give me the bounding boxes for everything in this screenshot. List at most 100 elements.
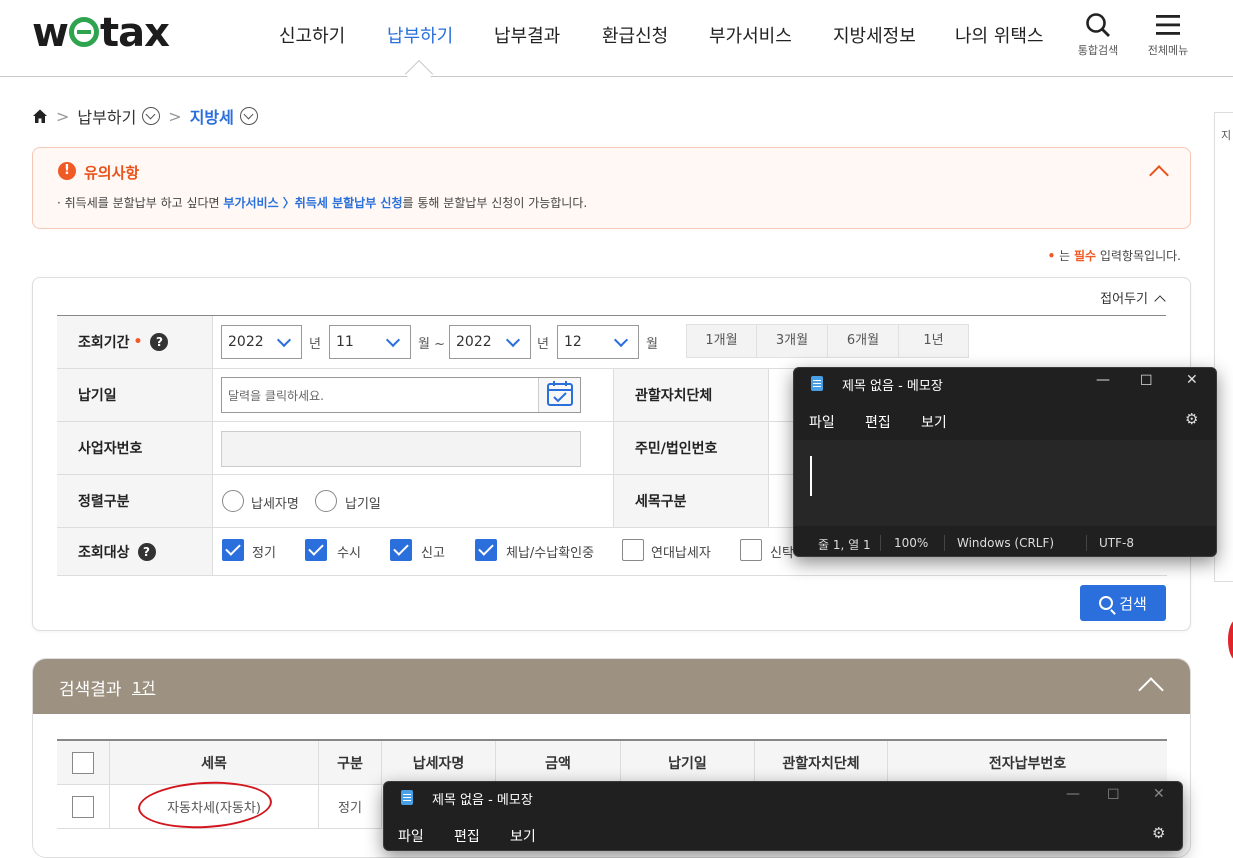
notepad-text-area[interactable] [794, 440, 1216, 526]
results-count[interactable]: 1건 [132, 677, 155, 698]
settings-gear-icon[interactable]: ⚙ [1185, 410, 1198, 428]
period-1year-button[interactable]: 1년 [898, 324, 969, 358]
integrated-search-button[interactable]: 통합검색 [1068, 12, 1128, 58]
fold-button[interactable]: 접어두기 [1100, 288, 1166, 307]
from-month-select[interactable]: 11 [329, 325, 411, 359]
period-row: 조회기간 •? 2022 년 11 월 ~ 2022 년 12 월 1개월 3개월… [57, 316, 1167, 369]
search-button-label: 검색 [1119, 594, 1147, 613]
target-report-checkbox[interactable] [390, 539, 412, 561]
target-trust-label: 신탁 [770, 546, 794, 561]
search-button[interactable]: 검색 [1080, 585, 1166, 621]
target-occasional-label: 수시 [337, 546, 361, 561]
close-icon[interactable]: ✕ [1186, 372, 1198, 388]
minimize-icon[interactable]: — [1066, 786, 1080, 802]
notepad-window-2: 제목 없음 - 메모장 — ☐ ✕ 파일 편집 보기 ⚙ [383, 781, 1183, 851]
to-year-select[interactable]: 2022 [449, 325, 531, 359]
integrated-search-label: 통합검색 [1077, 44, 1119, 57]
help-icon[interactable]: ? [150, 333, 169, 351]
target-arrears-checkbox[interactable] [475, 539, 497, 561]
notice-link[interactable]: 부가서비스 〉취득세 분할납부 신청 [223, 196, 402, 210]
target-label-text: 조회대상 [78, 544, 130, 561]
menu-file[interactable]: 파일 [809, 412, 835, 432]
nav-extra-services[interactable]: 부가서비스 [709, 22, 792, 48]
target-joint-taxpayer-checkbox[interactable] [622, 539, 644, 561]
target-trust-checkbox[interactable] [740, 539, 762, 561]
target-occasional-checkbox[interactable] [305, 539, 327, 561]
home-icon[interactable] [32, 108, 48, 124]
help-icon[interactable]: ? [137, 542, 156, 561]
col-type: 구분 [319, 741, 382, 785]
results-header[interactable]: 검색결과 1건 [33, 659, 1190, 714]
close-icon[interactable]: ✕ [1153, 786, 1165, 802]
pay-date-label: 납기일 [57, 369, 213, 421]
chevron-up-icon[interactable] [1138, 677, 1164, 703]
required-note-suffix: 입력항목입니다. [1096, 249, 1181, 263]
period-label: 조회기간 •? [57, 316, 213, 368]
menu-view[interactable]: 보기 [921, 412, 947, 432]
settings-gear-icon[interactable]: ⚙ [1152, 824, 1165, 842]
target-regular-checkbox[interactable] [222, 539, 244, 561]
row-select-cell [57, 785, 110, 829]
chevron-down-icon[interactable] [239, 107, 258, 125]
period-1month-button[interactable]: 1개월 [686, 324, 757, 358]
from-month-value: 11 [336, 334, 354, 350]
nav-local-tax-info[interactable]: 지방세정보 [833, 22, 916, 48]
site-header: w tax 신고하기 납부하기 납부결과 환급신청 부가서비스 지방세정보 나의 … [0, 0, 1233, 77]
pay-date-input[interactable]: 달력을 클릭하세요. [221, 377, 581, 413]
sort-taxpayer-radio[interactable] [222, 490, 244, 512]
target-arrears-label: 체납/수납확인중 [506, 546, 595, 561]
breadcrumb-payment[interactable]: 납부하기 [77, 104, 136, 128]
notepad-title: 제목 없음 - 메모장 [432, 793, 533, 808]
chevron-right-icon: > [168, 106, 182, 126]
period-6month-button[interactable]: 6개월 [827, 324, 899, 358]
chevron-down-icon[interactable] [142, 107, 161, 125]
status-zoom: 100% [894, 536, 929, 550]
sort-paydate-radio[interactable] [315, 490, 337, 512]
calendar-button[interactable] [538, 378, 580, 412]
chevron-right-icon: > [56, 106, 70, 126]
minimize-icon[interactable]: — [1096, 372, 1110, 388]
menu-edit[interactable]: 편집 [865, 412, 891, 432]
chevron-up-icon [1154, 295, 1166, 307]
menu-edit[interactable]: 편집 [454, 826, 480, 846]
all-menu-button[interactable]: 전체메뉴 [1138, 12, 1198, 58]
nav-payment[interactable]: 납부하기 [387, 22, 453, 48]
chevron-down-icon [505, 332, 521, 348]
to-month-select[interactable]: 12 [557, 325, 639, 359]
required-dot-icon: • [1047, 249, 1056, 263]
chevron-down-icon [276, 332, 292, 348]
resident-no-label: 주민/법인번호 [613, 422, 769, 474]
menu-file[interactable]: 파일 [398, 826, 424, 846]
sort-taxpayer-label: 납세자명 [251, 497, 299, 512]
chevron-up-icon[interactable] [1149, 165, 1169, 185]
notice-text-prefix: · 취득세를 분할납부 하고 싶다면 [57, 196, 224, 210]
floating-button[interactable] [1228, 620, 1233, 660]
target-joint-taxpayer-label: 연대납세자 [651, 546, 711, 561]
month-unit: 월 [646, 337, 658, 352]
status-separator [1086, 535, 1087, 551]
from-year-select[interactable]: 2022 [221, 325, 302, 359]
status-position: 줄 1, 열 1 [818, 538, 871, 552]
pay-date-placeholder: 달력을 클릭하세요. [228, 388, 324, 403]
breadcrumb-local-tax[interactable]: 지방세 [190, 104, 234, 128]
required-word: 필수 [1073, 249, 1097, 263]
status-separator [880, 535, 881, 551]
period-3month-button[interactable]: 3개월 [756, 324, 828, 358]
select-all-checkbox[interactable] [72, 751, 94, 774]
maximize-icon[interactable]: ☐ [1140, 373, 1153, 389]
biz-no-input[interactable] [221, 431, 581, 467]
notice-text-suffix: 를 통해 분할납부 신청이 가능합니다. [402, 196, 588, 210]
nav-report[interactable]: 신고하기 [279, 22, 345, 48]
nav-my-wetax[interactable]: 나의 위택스 [955, 22, 1044, 48]
sort-paydate-label: 납기일 [345, 497, 381, 512]
from-year-value: 2022 [228, 334, 264, 350]
row-checkbox[interactable] [72, 795, 94, 818]
wetax-logo[interactable]: w tax [32, 10, 170, 56]
nav-refund[interactable]: 환급신청 [602, 22, 668, 48]
menu-view[interactable]: 보기 [510, 826, 536, 846]
chevron-down-icon [385, 332, 401, 348]
nav-payment-result[interactable]: 납부결과 [494, 22, 560, 48]
maximize-icon[interactable]: ☐ [1107, 787, 1120, 803]
col-epay-no: 전자납부번호 [888, 741, 1167, 785]
notepad-title: 제목 없음 - 메모장 [842, 379, 943, 394]
